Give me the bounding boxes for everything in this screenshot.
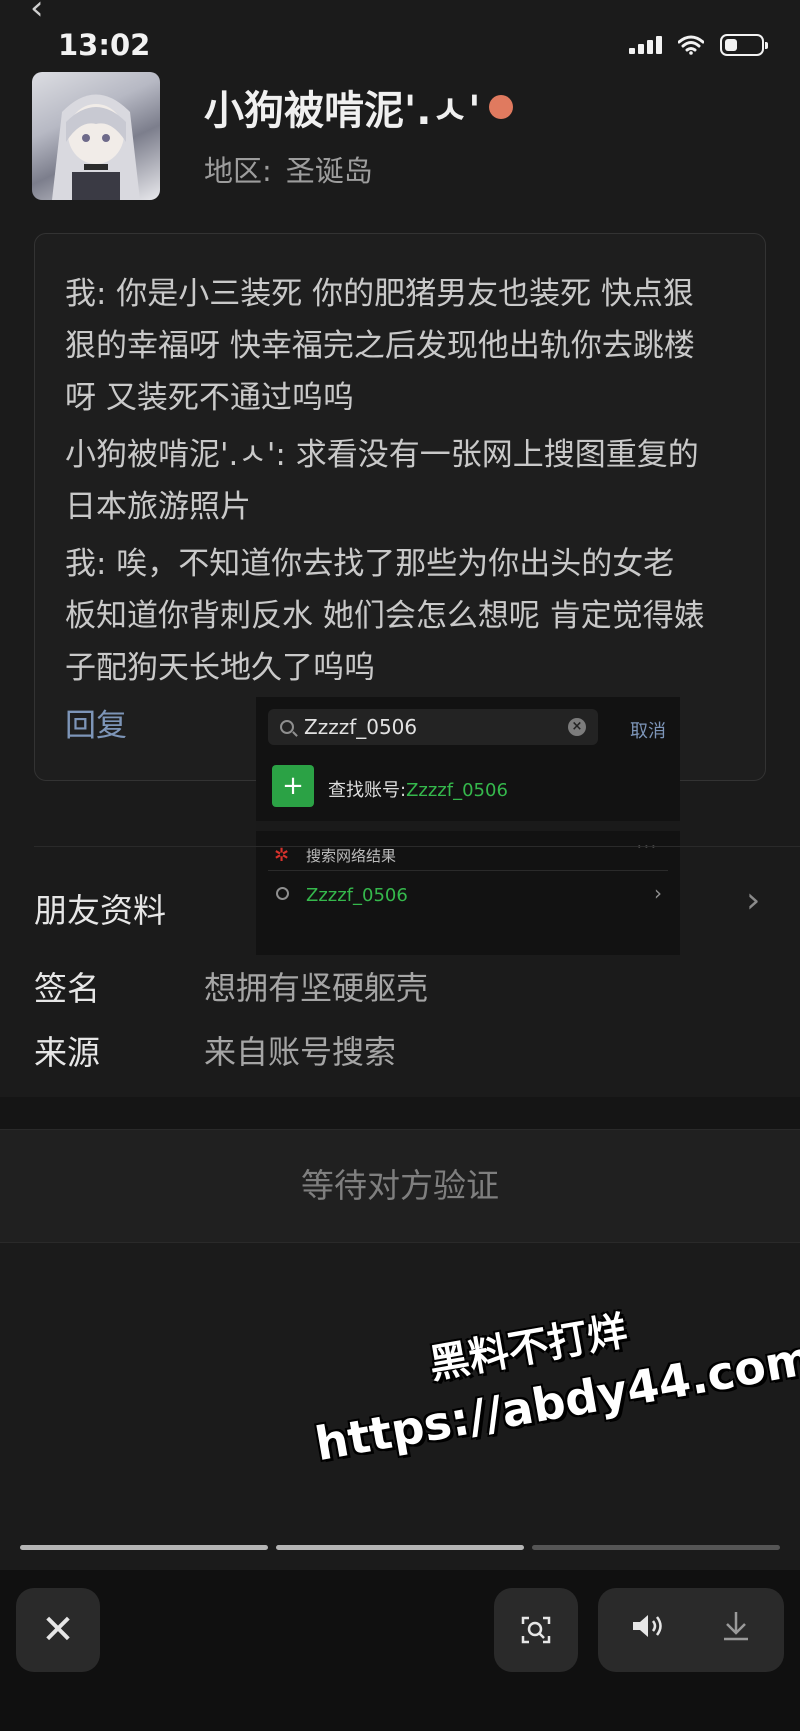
message-3: 我: 唉，不知道你去找了那些为你出头的女老板知道你背刺反水 她们会怎么想呢 肯定… — [65, 546, 705, 686]
search-icon — [276, 887, 289, 900]
add-friend-icon: + — [272, 765, 314, 807]
chevron-right-icon: › — [746, 880, 761, 921]
reply-link[interactable]: 回复 — [65, 700, 127, 745]
source-value: 来自账号搜索 — [204, 1033, 397, 1071]
region-label: 地区: — [204, 154, 272, 188]
find-account-item[interactable]: 查找账号:Zzzzf_0506 — [328, 776, 508, 802]
web-result-text: Zzzzf_0506 — [306, 885, 408, 906]
search-input[interactable]: Zzzzf_0506 × — [268, 709, 598, 745]
avatar[interactable] — [32, 72, 160, 200]
friend-info-row[interactable]: 朋友资料 — [34, 884, 166, 932]
progress-segment-3 — [532, 1545, 780, 1550]
web-search-icon: ✲ — [274, 845, 290, 866]
contact-name: 小狗被啃泥'.ㅅ' — [204, 78, 513, 136]
section-divider — [34, 846, 800, 847]
web-results-label: 搜索网络结果 — [306, 847, 397, 865]
wifi-icon — [678, 35, 704, 55]
region-value: 圣诞岛 — [285, 154, 373, 188]
download-icon[interactable] — [721, 1610, 751, 1650]
battery-icon — [720, 34, 768, 56]
find-account-value: Zzzzf_0506 — [406, 780, 508, 801]
contact-name-text: 小狗被啃泥'.ㅅ' — [204, 88, 481, 134]
search-query: Zzzzf_0506 — [304, 715, 418, 739]
clear-icon[interactable]: × — [568, 718, 586, 736]
find-account-label: 查找账号: — [328, 780, 407, 801]
back-chevron-icon[interactable]: ‹ — [30, 0, 44, 28]
close-icon[interactable]: ✕ — [16, 1588, 100, 1672]
region: 地区: 圣诞岛 — [204, 148, 373, 190]
scan-image-icon[interactable] — [494, 1588, 578, 1672]
volume-icon[interactable] — [631, 1612, 667, 1648]
watermark: 黑料不打烊 https://abdy44.com — [300, 1272, 800, 1471]
avatar-illustration — [52, 94, 140, 200]
chevron-right-icon: › — [654, 881, 662, 905]
overlay-divider — [268, 870, 668, 871]
progress-segment-1 — [20, 1545, 268, 1550]
message-2: 小狗被啃泥'.ㅅ': 求看没有一张网上搜图重复的日本旅游照片 — [65, 437, 699, 525]
overlay-separator — [256, 821, 680, 831]
gender-icon — [488, 95, 513, 119]
progress-segment-2 — [276, 1545, 524, 1550]
search-screenshot-overlay: Zzzzf_0506 × 取消 + 查找账号:Zzzzf_0506 ✲ 搜索网络… — [256, 697, 680, 955]
signature-value: 想拥有坚硬躯壳 — [204, 969, 429, 1007]
search-icon — [280, 720, 294, 734]
wait-verification-button[interactable]: 等待对方验证 — [0, 1129, 800, 1243]
message-1: 我: 你是小三装死 你的肥猪男友也装死 快点狠狠的幸福呀 快幸福完之后发现他出轨… — [65, 276, 695, 416]
cancel-button[interactable]: 取消 — [630, 717, 666, 743]
status-time: 13:02 — [58, 28, 151, 62]
viewer-controls: ✕ — [0, 1570, 800, 1731]
signature-label: 签名 — [34, 969, 100, 1008]
section-gap — [0, 1097, 800, 1129]
status-icons — [629, 34, 768, 56]
media-controls — [598, 1588, 784, 1672]
signal-icon — [629, 36, 662, 54]
web-result-item[interactable]: Zzzzf_0506 › — [256, 873, 680, 917]
source-label: 来源 — [34, 1033, 100, 1072]
